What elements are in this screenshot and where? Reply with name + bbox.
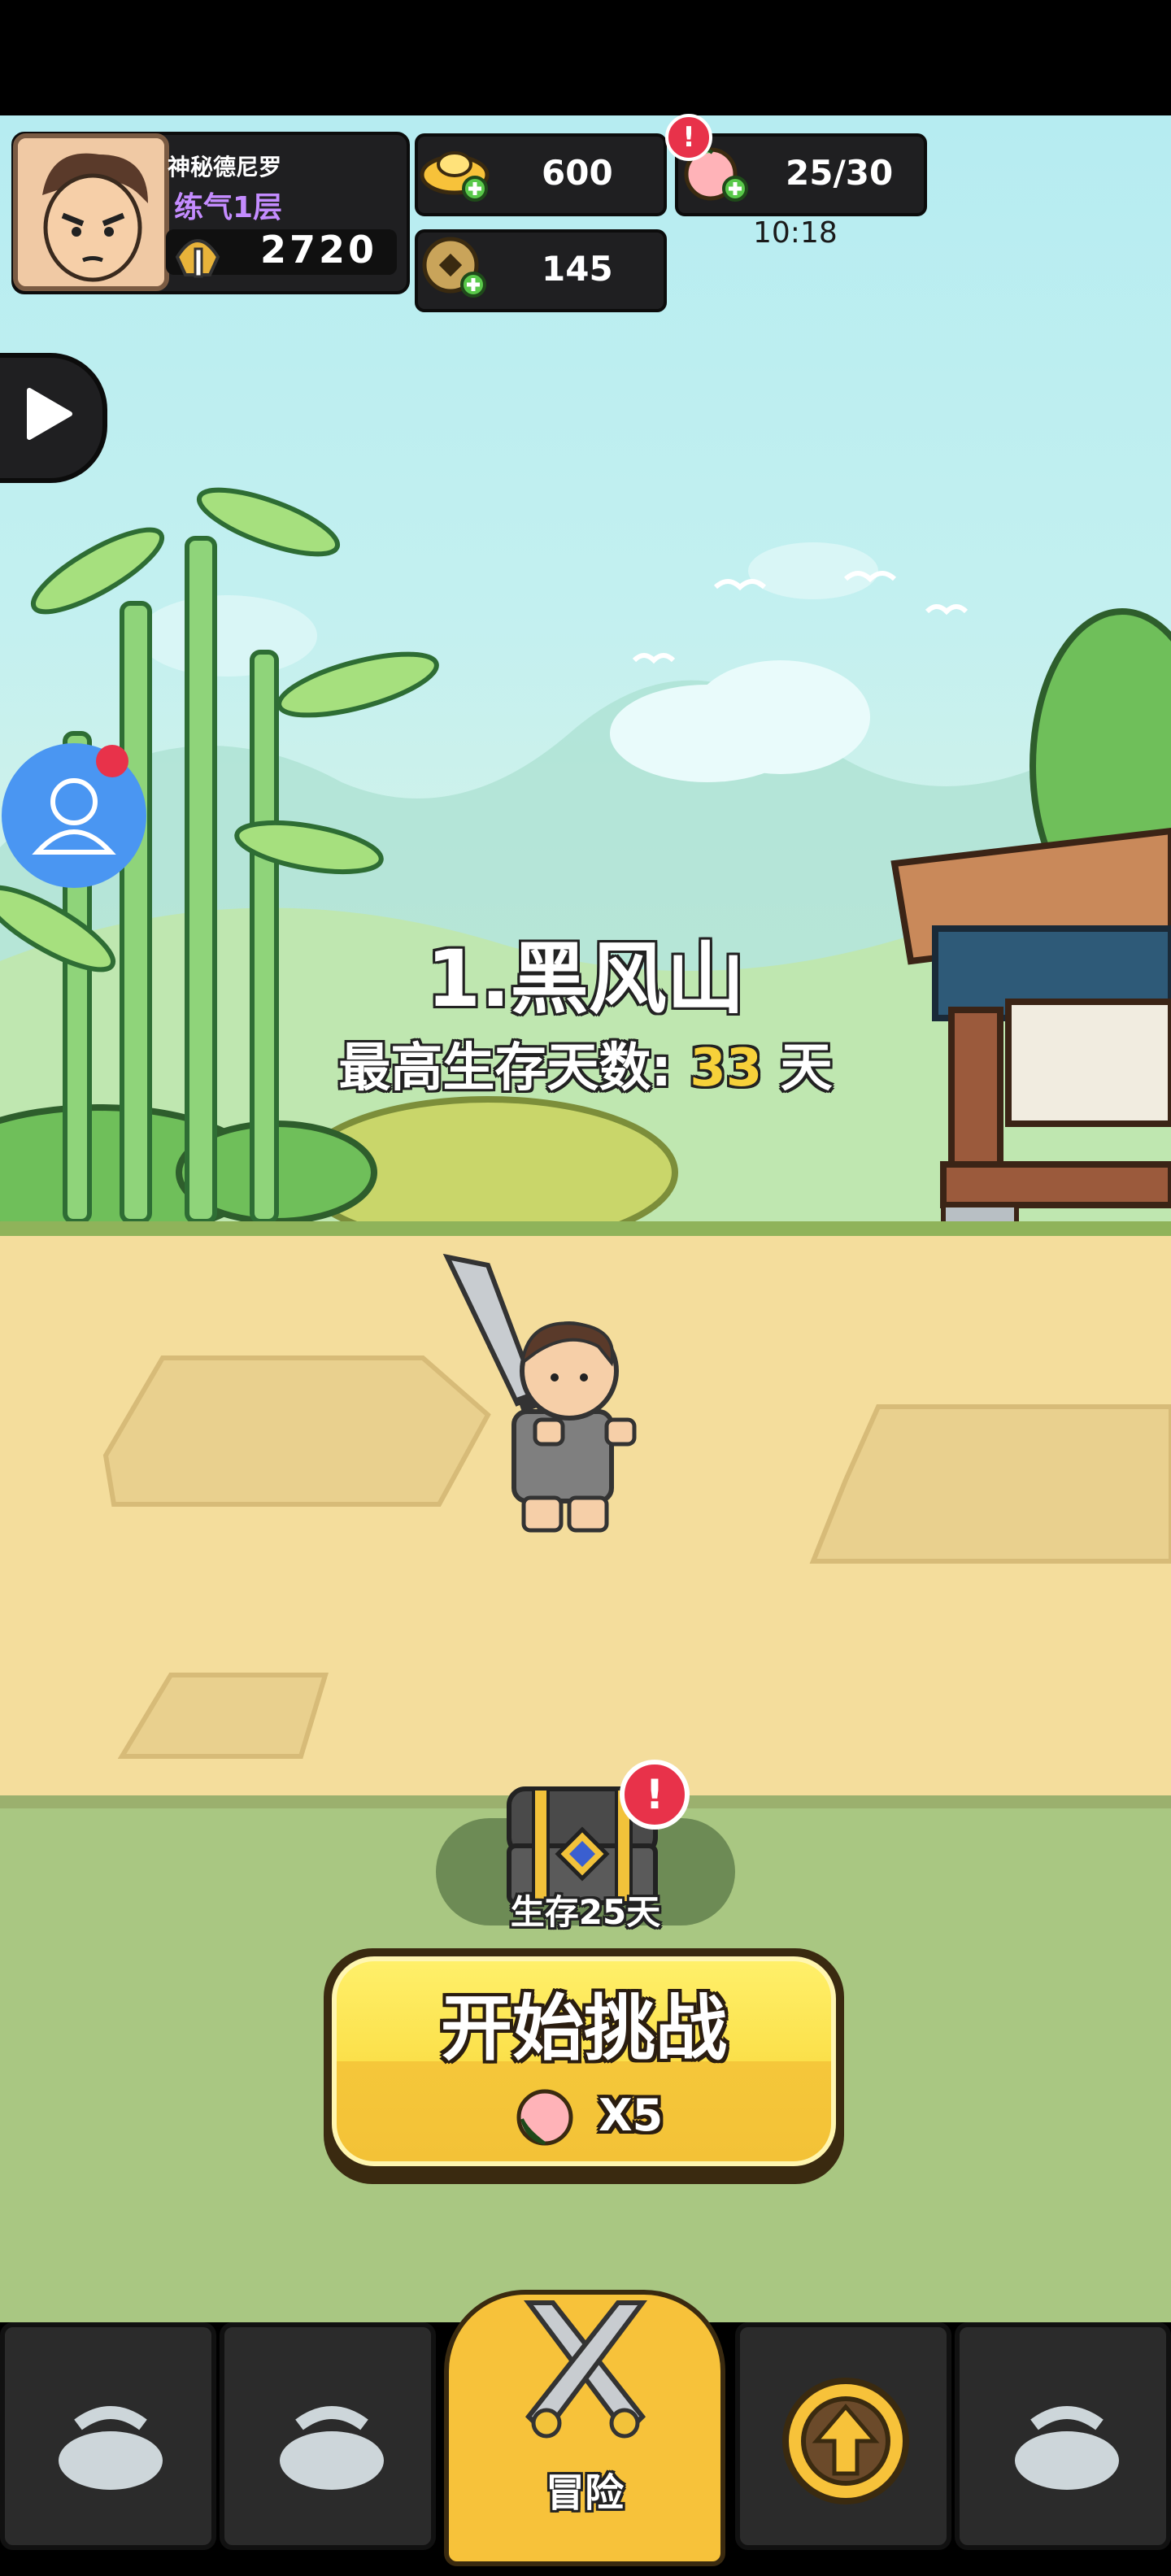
start-challenge-button[interactable]: 开始挑战 X5: [324, 1948, 844, 2184]
chest-alert-badge: !: [620, 1760, 690, 1830]
player-realm: 练气1层: [174, 191, 283, 224]
gold-value: 600: [542, 153, 613, 193]
start-button-label: 开始挑战: [440, 1986, 727, 2070]
best-survival-line: 最高生存天数: 33 天: [0, 1026, 1171, 1101]
power-value: 2720: [260, 228, 378, 272]
nav-tab-upgrade[interactable]: [735, 2322, 951, 2550]
stamina-timer: 10:18: [753, 216, 838, 250]
nav-adventure-label: 冒险: [545, 2470, 624, 2516]
nav-tab-5[interactable]: [955, 2322, 1171, 2550]
best-survival-days: 33: [690, 1038, 763, 1099]
player-avatar[interactable]: [13, 133, 169, 291]
ground-strip: [0, 1221, 1171, 1236]
player-name: 神秘德尼罗: [168, 154, 282, 181]
side-play-button[interactable]: [0, 353, 107, 483]
nav-tab-1[interactable]: [0, 2322, 216, 2550]
locked-cloud-icon: [280, 2406, 384, 2490]
profile-notification-dot: [96, 745, 128, 777]
reward-label: 生存25天: [510, 1892, 661, 1932]
play-arrow-icon: [27, 388, 72, 440]
hero-character: [442, 1253, 637, 1533]
nav-tab-2[interactable]: [220, 2322, 436, 2550]
stamina-value: 25/30: [786, 153, 894, 193]
stamina-alert-badge: !: [665, 114, 712, 161]
locked-cloud-icon: [1015, 2406, 1119, 2490]
gold-ingot-icon[interactable]: [418, 138, 499, 203]
crossed-swords-icon: [524, 2300, 647, 2439]
stage-title: 1.黑风山: [426, 933, 745, 1025]
power-helmet-icon: [175, 239, 220, 278]
bottom-nav: 冒险: [0, 2290, 1171, 2576]
days-unit: 天: [780, 1038, 833, 1099]
nav-tab-adventure[interactable]: 冒险: [444, 2290, 725, 2566]
upgrade-arrow-icon: [782, 2378, 909, 2504]
copper-coin-icon[interactable]: [418, 231, 499, 301]
locked-cloud-icon: [59, 2406, 163, 2490]
peach-cost-icon: [516, 2089, 573, 2146]
coin-value: 145: [542, 249, 613, 289]
best-survival-label: 最高生存天数:: [338, 1038, 672, 1099]
hero-portrait-icon: [18, 138, 164, 286]
start-button-cost: X5: [599, 2090, 664, 2141]
